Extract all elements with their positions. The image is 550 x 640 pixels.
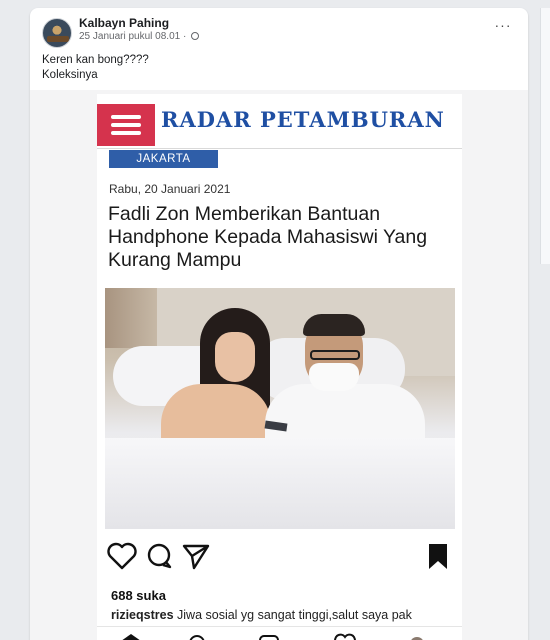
hamburger-menu-icon [97, 104, 155, 146]
duvet [105, 438, 455, 529]
post-caption: Keren kan bong???? Koleksinya [42, 53, 149, 83]
avatar[interactable] [42, 18, 72, 48]
instagram-bottom-nav [97, 626, 462, 640]
glasses [310, 350, 360, 360]
comment-username: rizieqstres [111, 608, 174, 622]
person-hair [303, 314, 365, 336]
send-icon [182, 544, 210, 570]
add-post-icon [259, 635, 279, 640]
instagram-screenshot: RADAR PETAMBURAN JAKARTA Rabu, 20 Januar… [97, 94, 462, 640]
heart-icon [334, 633, 356, 640]
heart-icon [107, 542, 137, 570]
comment-bubble-icon [147, 543, 172, 569]
right-panel-edge [540, 8, 550, 264]
article-headline: Fadli Zon Memberikan Bantuan Handphone K… [108, 203, 428, 271]
header-divider [97, 148, 462, 149]
profile-avatar-icon [411, 637, 423, 640]
caption-line: Keren kan bong???? [42, 54, 149, 66]
search-icon [189, 635, 205, 640]
facebook-post: Kalbayn Pahing 25 Januari pukul 08.01 · … [30, 8, 528, 640]
home-icon [122, 634, 140, 640]
article-photo [105, 288, 455, 529]
site-name: RADAR PETAMBURAN [161, 107, 445, 132]
instagram-actions [97, 539, 462, 573]
post-header: Kalbayn Pahing 25 Januari pukul 08.01 · … [30, 8, 528, 48]
curtain [105, 288, 157, 348]
face-mask [309, 363, 359, 391]
comment-text: Jiwa sosial yg sangat tinggi,salut saya … [177, 608, 412, 622]
bookmark-icon [429, 544, 447, 569]
author-name[interactable]: Kalbayn Pahing [79, 16, 169, 30]
post-image[interactable]: RADAR PETAMBURAN JAKARTA Rabu, 20 Januar… [30, 90, 528, 640]
comment: rizieqstres Jiwa sosial yg sangat tinggi… [111, 608, 456, 624]
news-site-header: RADAR PETAMBURAN [97, 94, 462, 150]
likes-count: 688 suka [111, 588, 166, 603]
globe-icon [191, 32, 200, 40]
post-timestamp[interactable]: 25 Januari pukul 08.01 · [79, 31, 186, 42]
caption-line: Koleksinya [42, 69, 98, 81]
more-options-icon[interactable]: ··· [492, 18, 514, 34]
article-date: Rabu, 20 Januari 2021 [109, 182, 231, 196]
section-tag: JAKARTA [109, 150, 218, 168]
post-meta: 25 Januari pukul 08.01 · [79, 31, 200, 42]
person-face [215, 332, 255, 382]
